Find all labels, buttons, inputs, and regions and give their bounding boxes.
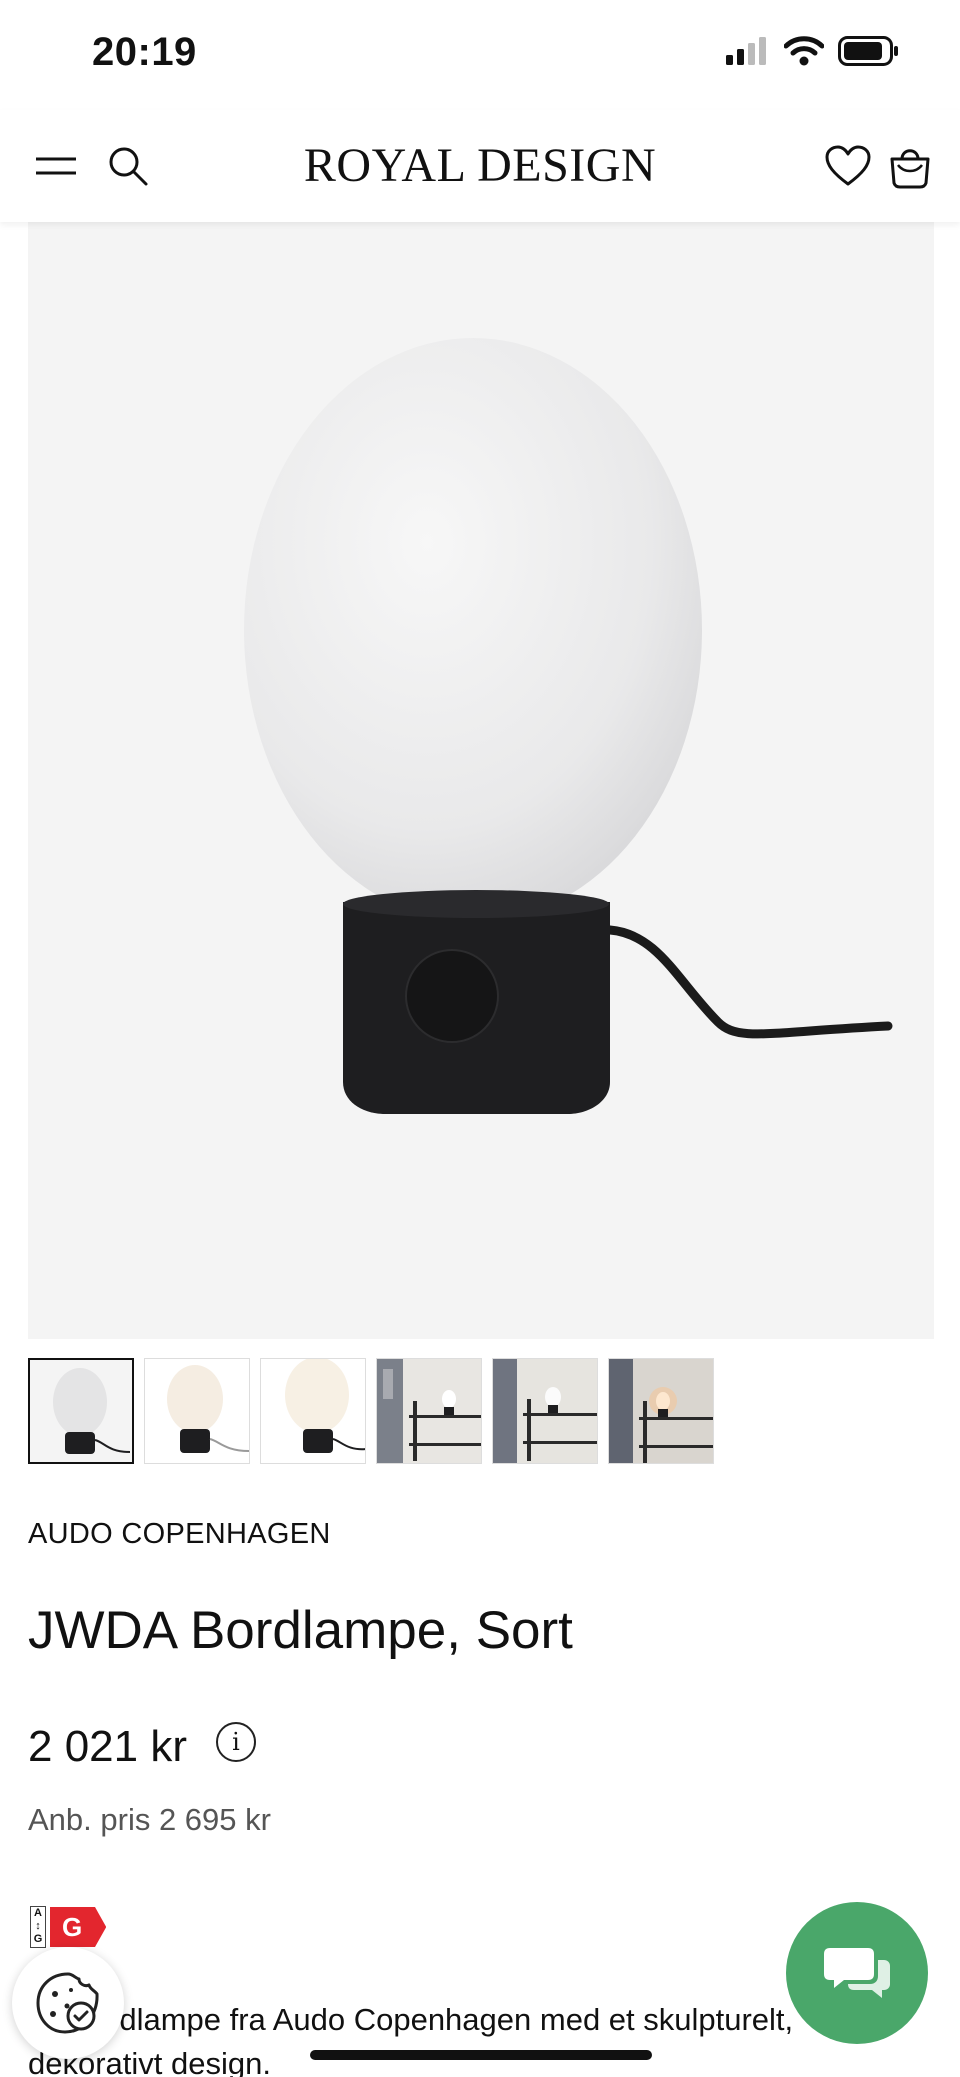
status-icons [726, 36, 900, 66]
site-logo[interactable]: ROYAL DESIGN [0, 138, 960, 193]
chat-icon [824, 1948, 890, 1998]
site-header: ROYAL DESIGN [0, 110, 960, 222]
thumbnail-strip [28, 1358, 714, 1464]
lamp-glow-thumbnail [261, 1359, 365, 1463]
energy-scale-top: A [34, 1907, 42, 1919]
status-time: 20:19 [92, 30, 197, 74]
price-info-icon[interactable]: i [216, 1722, 256, 1762]
heart-icon [825, 145, 871, 186]
lamp-thumbnail [30, 1360, 132, 1462]
wifi-icon [784, 36, 824, 66]
cookie-settings-button[interactable] [12, 1947, 124, 2059]
bag-icon [890, 149, 930, 189]
interior-shelf-thumbnail-2 [493, 1359, 597, 1463]
energy-label[interactable]: A ↕ G G [30, 1906, 107, 1948]
thumbnail-3[interactable] [260, 1358, 366, 1464]
battery-icon [838, 36, 898, 66]
lamp-lit-thumbnail [145, 1359, 249, 1463]
product-title: JWDA Bordlampe, Sort [28, 1601, 573, 1660]
product-price: 2 021 kr [28, 1722, 187, 1771]
product-image[interactable] [28, 222, 934, 1339]
thumbnail-5[interactable] [492, 1358, 598, 1464]
energy-scale-icon: A ↕ G [30, 1906, 46, 1948]
energy-scale-bottom: G [33, 1933, 43, 1945]
chat-button[interactable] [786, 1902, 928, 2044]
thumbnail-1[interactable] [28, 1358, 134, 1464]
product-brand[interactable]: AUDO COPENHAGEN [28, 1518, 331, 1551]
signal-icon [726, 37, 766, 65]
cookie-icon [36, 1972, 99, 2034]
status-bar: 20:19 [0, 0, 960, 110]
product-description: En bordlampe fra Audo Copenhagen med et … [28, 2002, 794, 2077]
home-indicator [310, 2050, 652, 2060]
thumbnail-2[interactable] [144, 1358, 250, 1464]
thumbnail-4[interactable] [376, 1358, 482, 1464]
interior-shelf-thumbnail [377, 1359, 481, 1463]
energy-class-badge: G [50, 1907, 107, 1947]
wishlist-button[interactable] [820, 138, 876, 194]
cart-button[interactable] [882, 138, 938, 194]
lamp-illustration [244, 338, 893, 1114]
recommended-price: Anb. pris 2 695 kr [28, 1802, 271, 1837]
thumbnail-6[interactable] [608, 1358, 714, 1464]
interior-lit-thumbnail [609, 1359, 713, 1463]
